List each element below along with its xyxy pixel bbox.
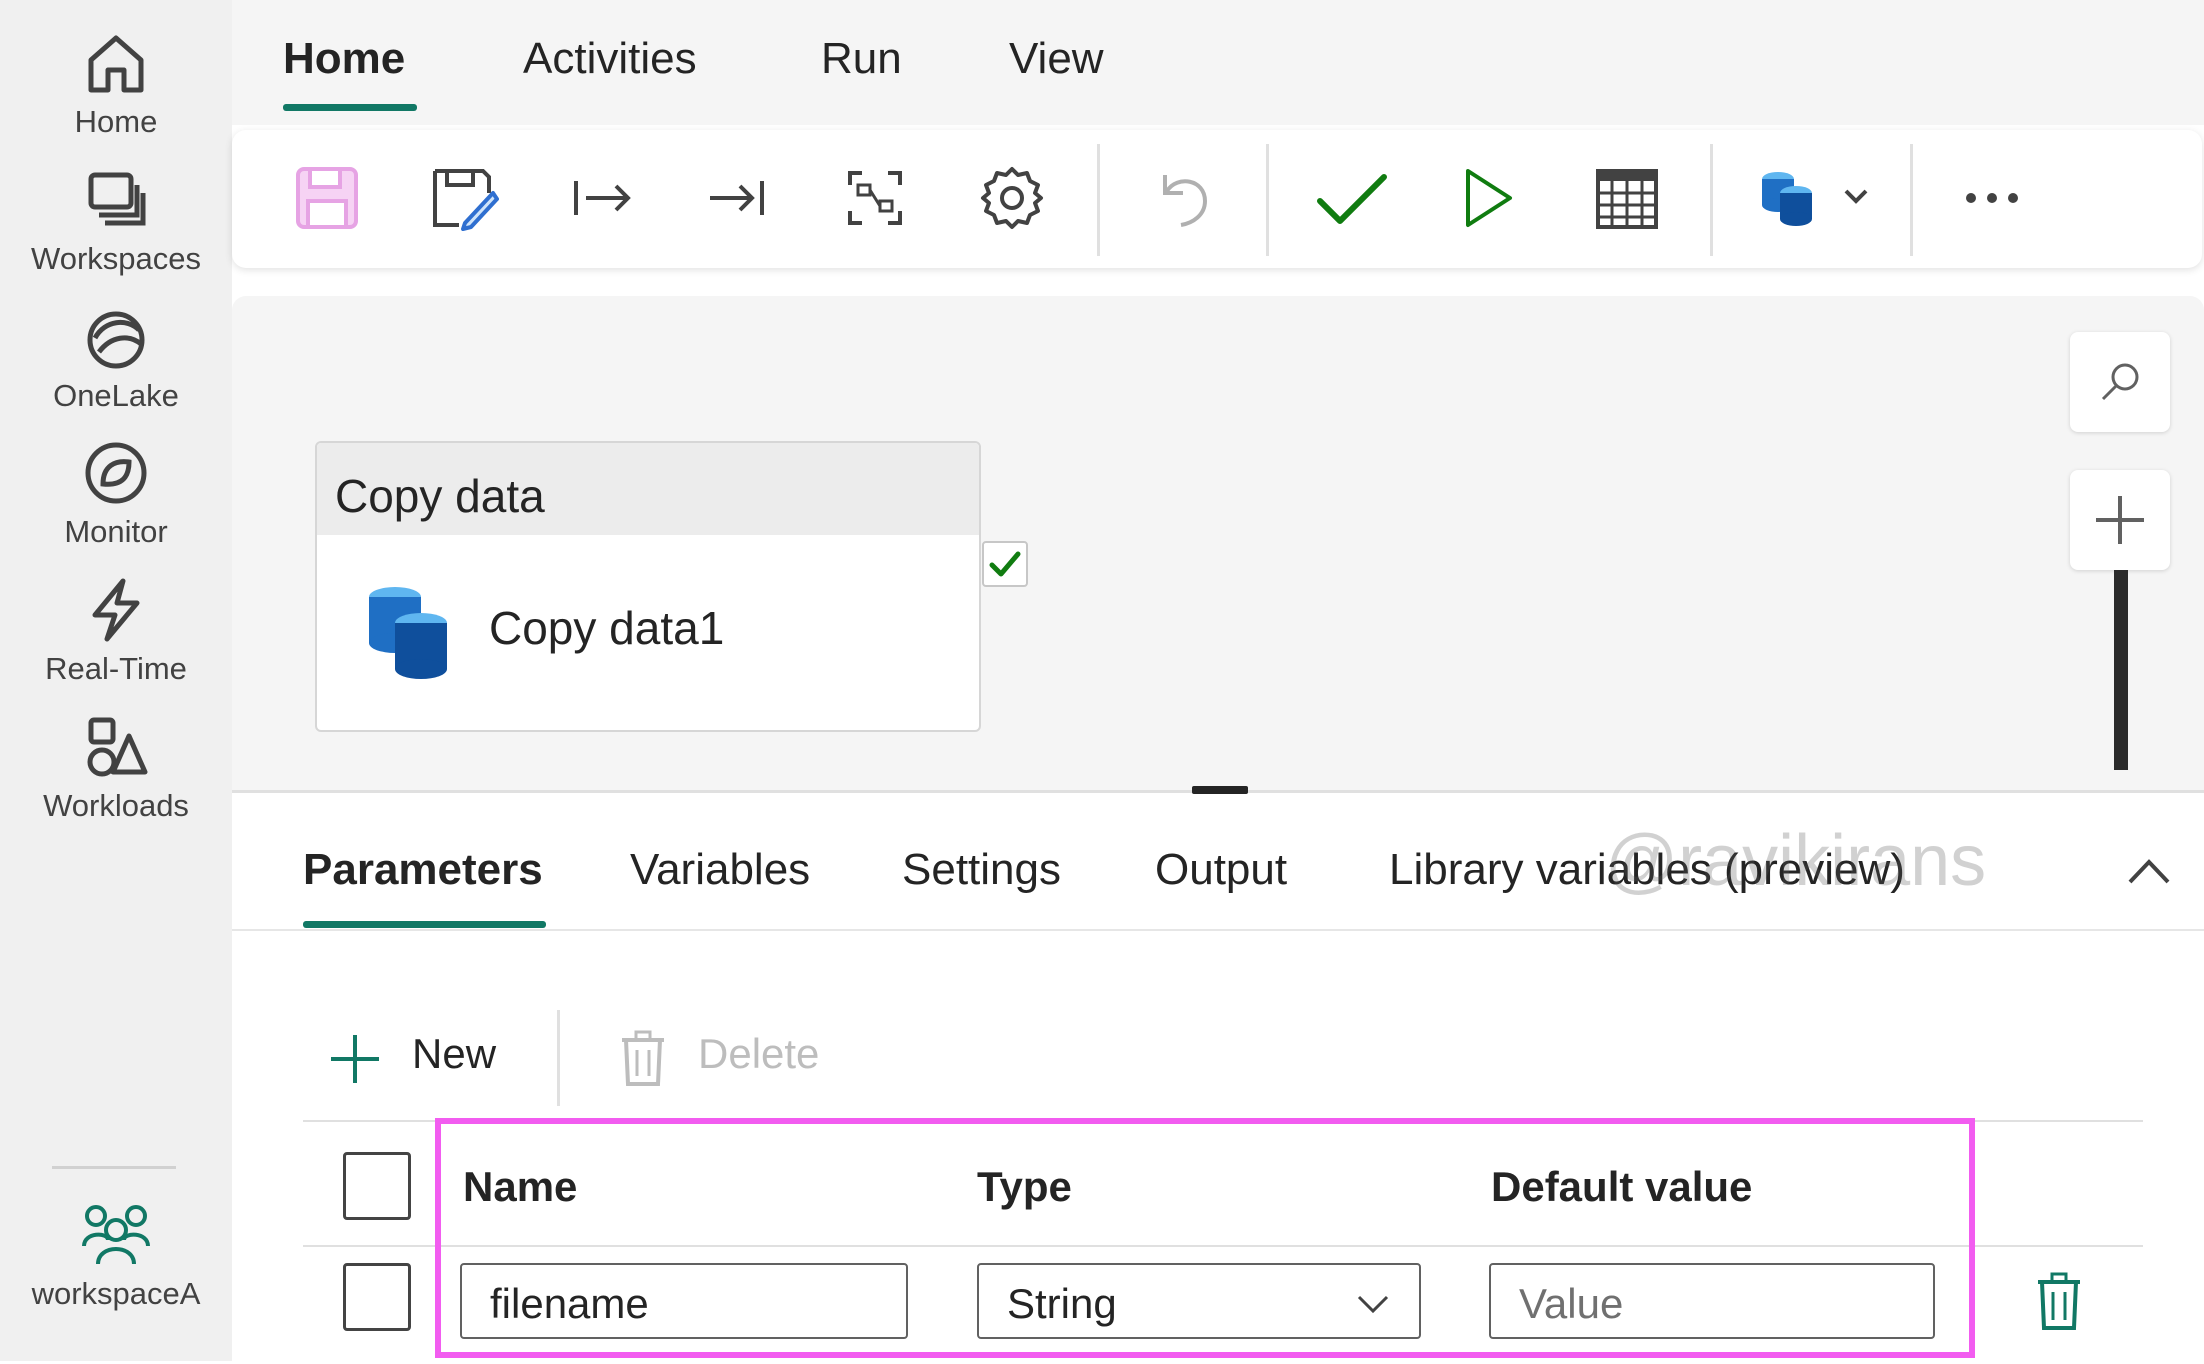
undo-button[interactable] — [1142, 158, 1222, 238]
rail-label-workloads: Workloads — [43, 788, 189, 823]
schedule-calendar-icon — [1596, 169, 1658, 229]
active-panel-tab-indicator — [303, 921, 546, 928]
active-tab-indicator — [283, 104, 417, 111]
top-menu-bar: Home Activities Run View — [232, 0, 2204, 125]
delete-parameter-button[interactable]: Delete — [698, 1030, 819, 1078]
panel-tab-divider — [232, 929, 2204, 931]
on-success-connector[interactable] — [982, 541, 1028, 587]
watermark: @ravikirans — [1605, 821, 1987, 901]
tab-variables[interactable]: Variables — [630, 845, 810, 895]
schedule-button[interactable] — [1587, 158, 1667, 238]
activity-header: Copy data — [317, 443, 979, 535]
save-as-button[interactable] — [424, 158, 504, 238]
rail-item-real-time[interactable]: Real-Time — [0, 575, 232, 687]
tab-parameters[interactable]: Parameters — [303, 845, 543, 895]
row-delete-trash-icon[interactable] — [2034, 1272, 2084, 1332]
left-nav-rail: Home Workspaces OneLake Monitor Real-Tim… — [0, 0, 232, 1361]
command-divider — [557, 1010, 560, 1106]
rail-item-workloads[interactable]: Workloads — [0, 712, 232, 824]
rail-label-home: Home — [74, 104, 158, 139]
highlight-annotation-box — [435, 1118, 1975, 1358]
zoom-slider[interactable] — [2114, 570, 2128, 770]
rail-item-workspacea[interactable]: workspaceA — [0, 1200, 232, 1312]
toolbar-divider — [1266, 144, 1269, 256]
copy-data-dropdown-button[interactable] — [1754, 158, 1884, 238]
select-all-checkbox[interactable] — [343, 1152, 411, 1220]
outdent-icon — [710, 181, 764, 215]
auto-align-icon — [848, 171, 902, 225]
plus-icon — [2096, 496, 2144, 544]
auto-align-button[interactable] — [835, 158, 915, 238]
canvas-search-button[interactable] — [2070, 332, 2170, 432]
tab-home[interactable]: Home — [283, 34, 405, 84]
save-as-icon — [433, 169, 499, 231]
tab-activities[interactable]: Activities — [523, 34, 697, 84]
collapse-panel-chevron-icon[interactable] — [2124, 852, 2174, 892]
toolbar-divider — [1097, 144, 1100, 256]
search-icon — [2101, 363, 2139, 401]
workspace-people-icon — [82, 1205, 150, 1265]
success-check-icon — [989, 551, 1021, 577]
rail-item-onelake[interactable]: OneLake — [0, 302, 232, 414]
row-select-checkbox[interactable] — [343, 1263, 411, 1331]
new-parameter-button[interactable]: New — [412, 1030, 496, 1078]
more-options-icon — [1966, 193, 2018, 203]
workloads-icon — [87, 717, 148, 777]
zoom-in-button[interactable] — [2070, 470, 2170, 570]
rail-item-home[interactable]: Home — [0, 28, 232, 140]
validate-button[interactable] — [1312, 158, 1392, 238]
copy-data-dropdown-icon — [1762, 172, 1868, 226]
tab-run[interactable]: Run — [821, 34, 902, 84]
run-button[interactable] — [1447, 158, 1527, 238]
rail-label-workspaces: Workspaces — [31, 241, 201, 276]
rail-label-workspacea: workspaceA — [31, 1276, 201, 1311]
monitor-icon — [85, 442, 147, 504]
home-icon — [88, 35, 144, 93]
rail-label-onelake: OneLake — [53, 378, 179, 413]
rail-item-workspaces[interactable]: Workspaces — [0, 165, 232, 277]
save-icon — [296, 167, 358, 229]
delete-trash-icon — [622, 1030, 664, 1086]
tab-view[interactable]: View — [1009, 34, 1104, 84]
indent-icon — [574, 181, 631, 215]
toolbar-divider — [1910, 144, 1913, 256]
tab-settings[interactable]: Settings — [902, 845, 1061, 895]
settings-gear-icon — [981, 167, 1043, 229]
activity-type-label: Copy data — [335, 470, 545, 522]
validate-check-icon — [1317, 174, 1387, 224]
onelake-icon — [87, 311, 145, 369]
copy-data-activity-icon — [369, 587, 447, 679]
tab-output[interactable]: Output — [1155, 845, 1287, 895]
run-play-icon — [1466, 169, 1512, 227]
add-plus-icon — [331, 1035, 379, 1083]
toolbar — [232, 130, 2202, 268]
save-button[interactable] — [287, 158, 367, 238]
panel-resize-handle[interactable] — [1192, 786, 1248, 794]
activity-name: Copy data1 — [489, 602, 725, 654]
rail-label-monitor: Monitor — [64, 514, 168, 549]
rail-item-monitor[interactable]: Monitor — [0, 438, 232, 550]
copy-data-activity[interactable]: Copy data Copy data1 — [315, 441, 981, 732]
real-time-icon — [92, 578, 140, 642]
more-options-button[interactable] — [1952, 158, 2032, 238]
indent-button[interactable] — [561, 158, 641, 238]
rail-divider — [52, 1166, 176, 1169]
workspaces-icon — [88, 172, 146, 226]
rail-label-real-time: Real-Time — [45, 651, 187, 686]
settings-button[interactable] — [972, 158, 1052, 238]
undo-icon — [1163, 175, 1208, 227]
outdent-button[interactable] — [697, 158, 777, 238]
toolbar-divider — [1710, 144, 1713, 256]
